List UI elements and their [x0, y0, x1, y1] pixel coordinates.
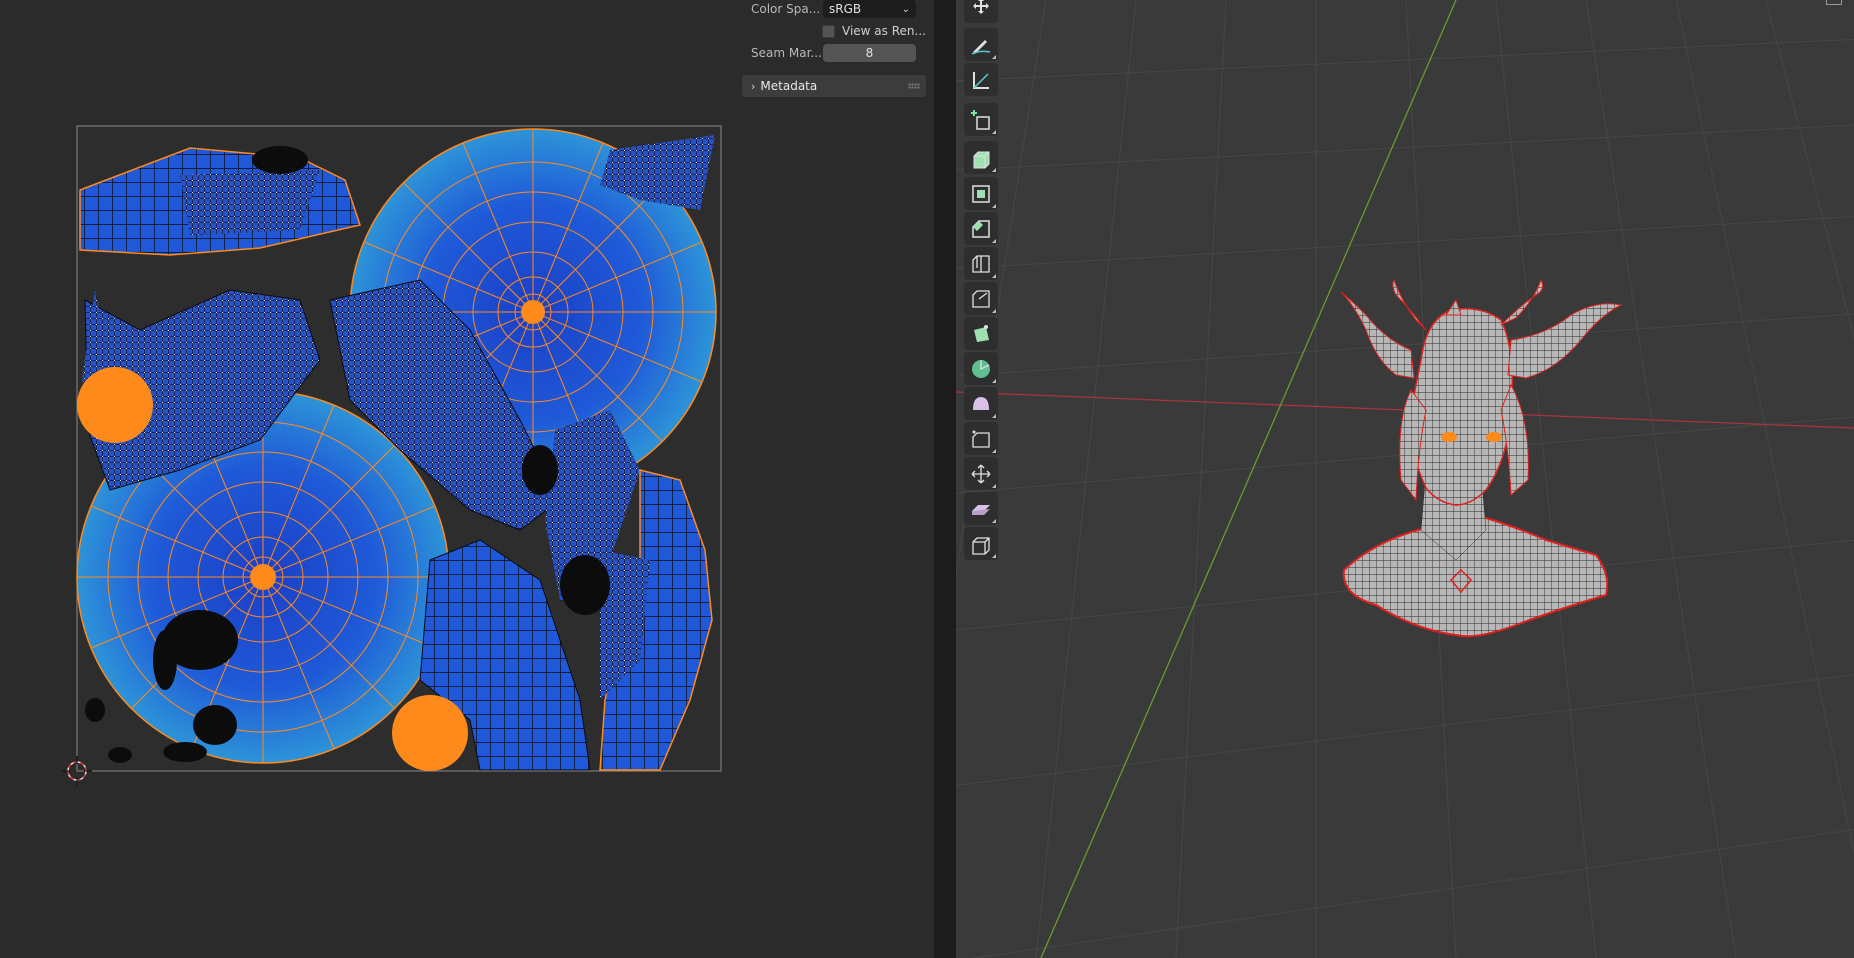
poly-build-tool[interactable] — [964, 317, 998, 350]
viewport-corner-widget-icon[interactable] — [1826, 0, 1842, 5]
uv-sidebar: Color Spa... sRGB ⌄ View as Ren... Seam … — [740, 0, 934, 958]
metadata-panel-header[interactable]: › Metadata — [742, 75, 926, 97]
spin-tool[interactable] — [964, 352, 998, 385]
extrude-tool[interactable] — [964, 141, 998, 174]
color-space-dropdown[interactable]: sRGB ⌄ — [823, 0, 916, 18]
smooth-icon — [973, 396, 989, 410]
extrude-region-icon — [973, 151, 990, 168]
view-as-render-label: View as Ren... — [842, 24, 926, 38]
uv-editor[interactable]: Color Spa... sRGB ⌄ View as Ren... Seam … — [0, 0, 934, 958]
edge-slide-tool[interactable] — [964, 422, 998, 455]
view-as-render-checkbox[interactable] — [822, 24, 835, 38]
knife-icon — [972, 289, 990, 308]
seam-margin-field[interactable]: 8 — [823, 44, 916, 62]
color-space-row: Color Spa... — [751, 0, 824, 19]
chevron-down-icon: ⌄ — [901, 3, 910, 15]
measure-icon — [973, 71, 989, 89]
mesh-bust-object[interactable] — [1340, 278, 1623, 638]
3d-viewport[interactable] — [956, 0, 1854, 958]
add-cube-tool[interactable] — [964, 103, 998, 136]
transform-icon — [973, 0, 989, 14]
edge-slide-icon — [972, 430, 990, 448]
y-axis-line — [1040, 0, 1457, 958]
knife-tool[interactable] — [964, 282, 998, 315]
drag-grip-icon[interactable] — [908, 83, 920, 89]
color-space-label: Color Spa... — [751, 2, 821, 16]
seam-margin-label: Seam Mar... — [751, 46, 822, 60]
shear-icon — [972, 504, 990, 515]
view-as-render-row[interactable]: View as Ren... — [822, 21, 926, 41]
eye-left — [1441, 432, 1457, 442]
shear-tool[interactable] — [964, 492, 998, 525]
shrink-fatten-tool[interactable] — [964, 457, 998, 490]
uv-canvas[interactable] — [0, 0, 740, 958]
inset-faces-icon — [972, 184, 990, 203]
bevel-tool[interactable] — [964, 212, 998, 245]
rip-region-tool[interactable] — [964, 527, 998, 560]
transform-tool[interactable] — [964, 0, 998, 23]
spin-icon — [972, 359, 990, 378]
poly-build-icon — [974, 324, 989, 342]
loop-cut-icon — [972, 254, 990, 273]
measure-tool[interactable] — [964, 63, 998, 96]
rip-region-icon — [972, 536, 990, 555]
smooth-tool[interactable] — [964, 387, 998, 420]
loop-cut-tool[interactable] — [964, 247, 998, 280]
area-divider[interactable] — [934, 0, 956, 958]
chevron-right-icon: › — [751, 79, 756, 93]
add-cube-icon — [971, 109, 990, 130]
shrink-fatten-icon — [971, 464, 991, 483]
viewport-scene[interactable] — [956, 0, 1854, 958]
tool-shelf — [964, 0, 1000, 560]
annotate-tool[interactable] — [964, 28, 998, 61]
eye-right — [1486, 432, 1502, 442]
color-space-value: sRGB — [829, 2, 862, 16]
bevel-icon — [972, 219, 990, 238]
inset-tool[interactable] — [964, 177, 998, 210]
metadata-label: Metadata — [760, 79, 818, 93]
annotate-icon — [971, 39, 991, 55]
seam-margin-row: Seam Mar... — [751, 43, 824, 63]
